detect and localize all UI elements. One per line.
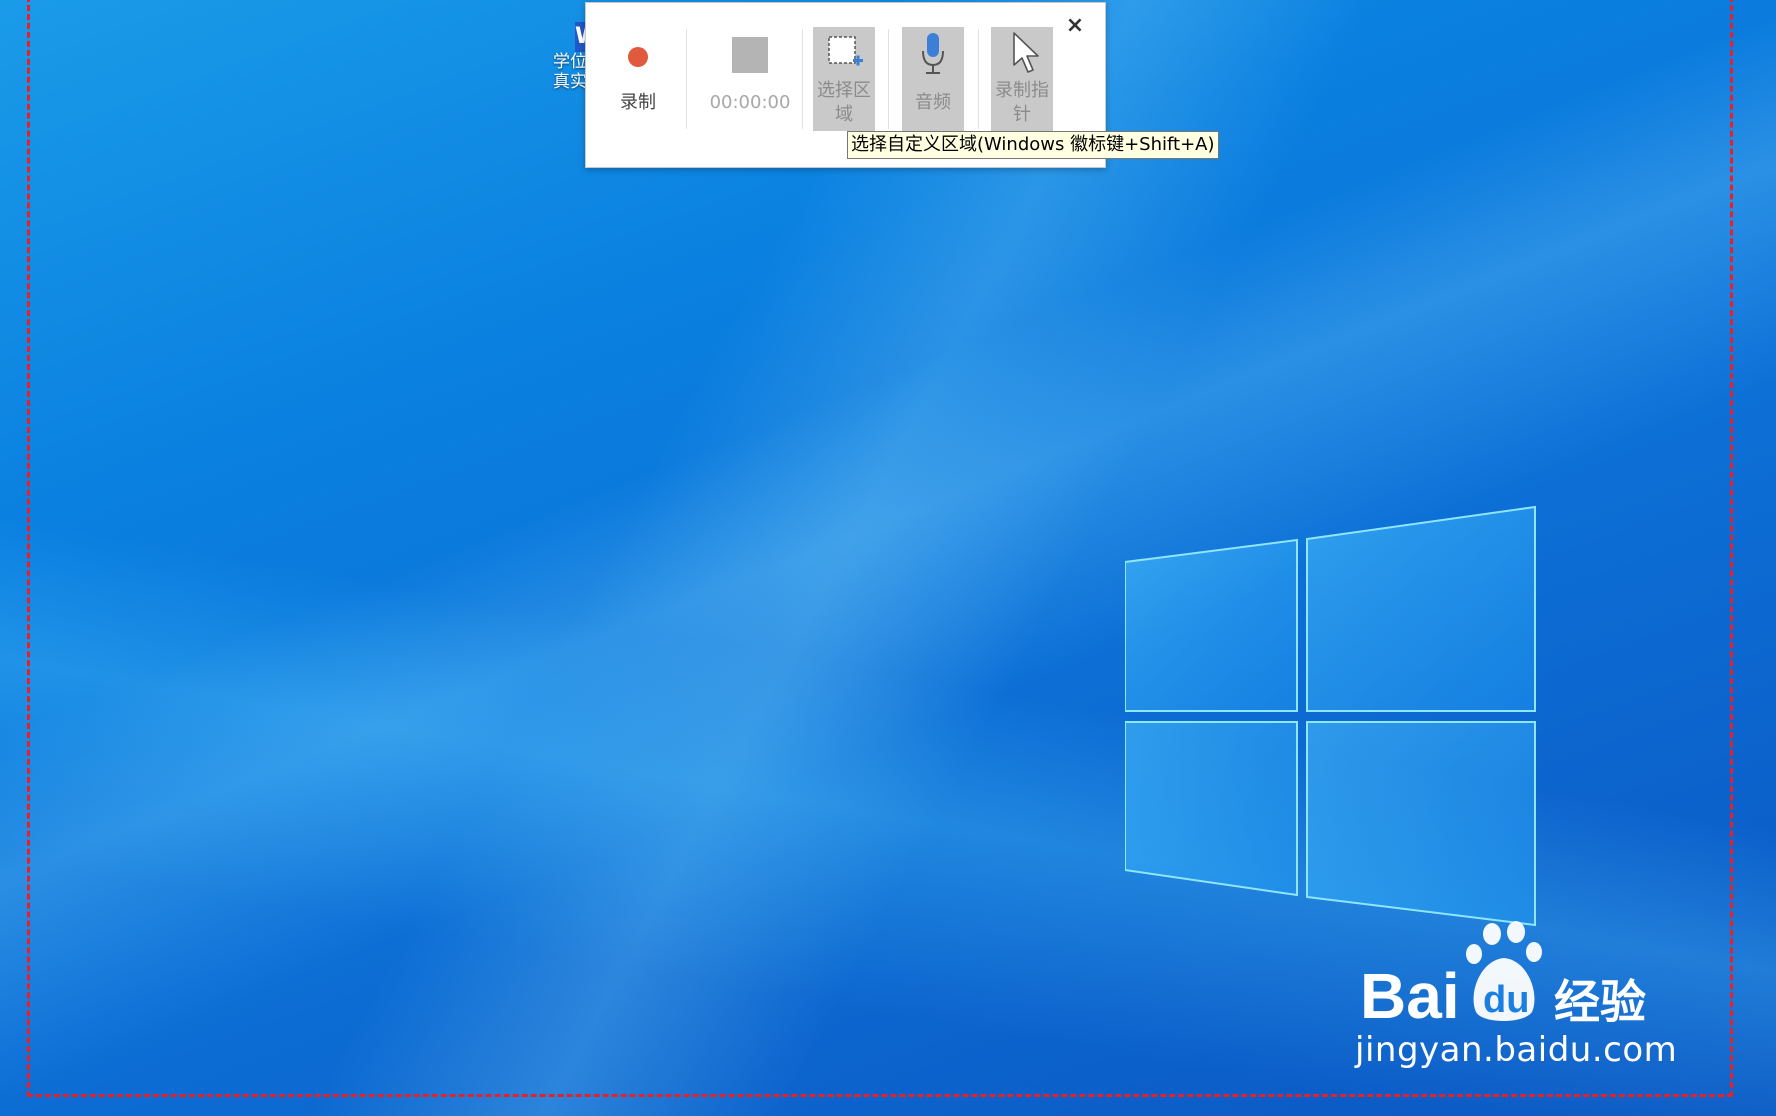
recording-timer: 00:00:00 [709, 92, 791, 113]
record-button[interactable]: 录制 [608, 27, 668, 131]
svg-text:du: du [1483, 979, 1529, 1021]
desktop-file-label: 学位 真实 [553, 52, 587, 92]
svg-text:经验: 经验 [1554, 975, 1646, 1029]
close-button[interactable]: × [1064, 15, 1086, 37]
toolbar-divider [978, 29, 979, 129]
svg-text:Bai: Bai [1360, 960, 1460, 1032]
toolbar-divider [686, 29, 687, 129]
record-pointer-button[interactable]: 录制指 针 [991, 27, 1053, 131]
select-area-tooltip: 选择自定义区域(Windows 徽标键+Shift+A) [847, 131, 1219, 159]
stop-button[interactable]: 00:00:00 [698, 27, 802, 131]
desktop-file-icon[interactable]: W 学位 真实 [547, 22, 589, 92]
toolbar-divider [802, 29, 803, 129]
audio-button[interactable]: 音频 [902, 27, 964, 131]
watermark-url: jingyan.baidu.com [1355, 1030, 1678, 1070]
select-area-label: 选择区 域 [817, 80, 871, 125]
record-label: 录制 [620, 92, 656, 113]
audio-label: 音频 [915, 92, 951, 113]
select-region-icon [828, 36, 863, 66]
desktop-background: W 学位 真实 录制 00:00:00 选择区 域 音频 录制指 针 × 选择自… [0, 0, 1776, 1116]
record-pointer-label: 录制指 针 [995, 80, 1049, 125]
select-area-button[interactable]: 选择区 域 [813, 27, 875, 131]
stop-icon [732, 37, 768, 73]
microphone-icon [922, 33, 944, 74]
record-icon [628, 47, 648, 67]
toolbar-divider [888, 29, 889, 129]
mouse-pointer-icon [1013, 32, 1039, 73]
